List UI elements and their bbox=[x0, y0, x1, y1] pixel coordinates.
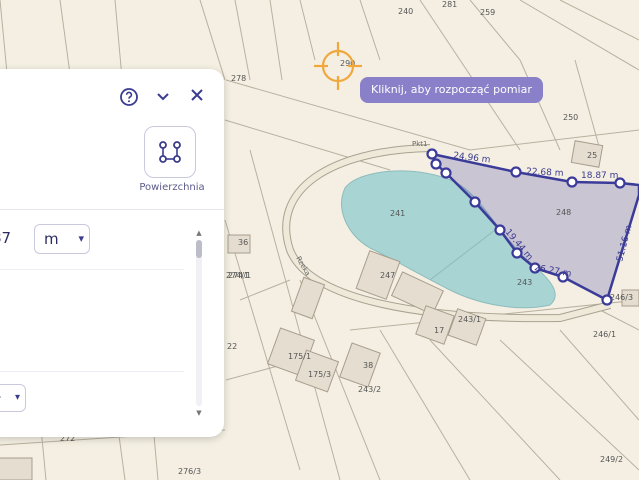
parcel-number: 243 bbox=[517, 278, 532, 287]
unit-label: m bbox=[44, 230, 59, 248]
area-tool-icon bbox=[159, 141, 181, 163]
parcel-number: 259 bbox=[480, 8, 495, 17]
parcel-number: 246/3 bbox=[610, 293, 633, 302]
parcel-number: 250 bbox=[563, 113, 578, 122]
segment-label: 18.87 m bbox=[581, 171, 618, 181]
parcel-number: 243/2 bbox=[358, 385, 381, 394]
unit-select[interactable]: m ▾ bbox=[34, 224, 90, 254]
parcel-number: 278 bbox=[231, 74, 246, 83]
measure-tooltip: Kliknij, aby rozpocząć pomiar bbox=[360, 77, 543, 103]
parcel-number: 249/2 bbox=[600, 455, 623, 464]
scrollbar[interactable]: ▲ ▼ bbox=[193, 228, 205, 418]
parcel-number: 243/1 bbox=[458, 315, 481, 324]
parcel-number: 246/1 bbox=[593, 330, 616, 339]
divider bbox=[0, 371, 184, 372]
parcel-number: 247 bbox=[380, 271, 395, 280]
measure-value: 87 bbox=[0, 229, 12, 247]
divider bbox=[0, 209, 224, 210]
parcel-number: 175/1 bbox=[288, 352, 311, 361]
parcel-number: 175/3 bbox=[308, 370, 331, 379]
parcel-number: 240 bbox=[398, 7, 413, 16]
parcel-number: 274/1 bbox=[226, 271, 249, 280]
measure-panel: Powierzchnia 87 m ▾ ▲ ▼ 4 ▾ bbox=[0, 69, 224, 437]
area-tool-label: Powierzchnia bbox=[139, 182, 205, 193]
scroll-track[interactable] bbox=[196, 240, 202, 406]
panel-header-icons bbox=[118, 87, 208, 109]
chevron-down-icon: ▾ bbox=[14, 392, 20, 403]
point-label: Pkt1 bbox=[412, 140, 427, 148]
parcel-number: 17 bbox=[434, 326, 444, 335]
parcel-number: 248 bbox=[556, 208, 571, 217]
scroll-thumb[interactable] bbox=[196, 240, 202, 258]
parcel-number: 281 bbox=[442, 0, 457, 9]
help-icon[interactable] bbox=[118, 87, 140, 109]
chevron-down-icon[interactable] bbox=[152, 87, 174, 109]
parcel-number: 25 bbox=[587, 151, 597, 160]
secondary-select[interactable]: 4 ▾ bbox=[0, 384, 26, 412]
area-tool-button[interactable] bbox=[144, 126, 196, 178]
parcel-number: 276/3 bbox=[178, 467, 201, 476]
parcel-number: 22 bbox=[227, 342, 237, 351]
parcel-number: 38 bbox=[363, 361, 373, 370]
chevron-down-icon: ▾ bbox=[78, 232, 84, 245]
scroll-up-arrow-icon[interactable]: ▲ bbox=[193, 228, 205, 238]
parcel-number: 241 bbox=[390, 209, 405, 218]
close-icon[interactable] bbox=[186, 87, 208, 109]
secondary-select-value: 4 bbox=[0, 389, 1, 404]
scroll-down-arrow-icon[interactable]: ▼ bbox=[193, 408, 205, 418]
divider bbox=[0, 269, 184, 270]
parcel-number: 36 bbox=[238, 238, 248, 247]
segment-label: 22.68 m bbox=[526, 167, 564, 179]
